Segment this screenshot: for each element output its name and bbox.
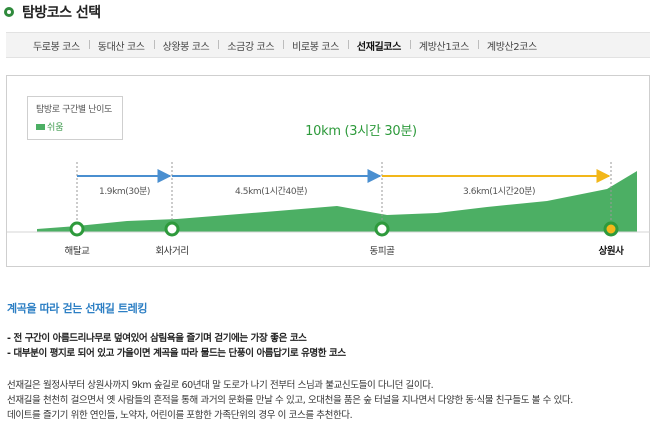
- feature-bullet-2: - 대부분이 평지로 되어 있고 가을이면 계곡을 따라 물드는 단풍이 아름답…: [7, 348, 346, 359]
- segment-label-3: 3.6km(1시간20분): [463, 187, 536, 197]
- page-title-text: 탐방코스 선택: [22, 5, 101, 21]
- tab-seonjaegil[interactable]: 선재길코스: [347, 38, 410, 53]
- section-heading: 계곡을 따라 걷는 선재길 트레킹: [7, 302, 148, 315]
- tab-durobong[interactable]: 두로봉 코스: [24, 38, 89, 53]
- tab-sogeumgang[interactable]: 소금강 코스: [218, 38, 283, 53]
- description-paragraph-1: 선재길은 월정사부터 상원사까지 9km 숲길로 60년대 말 도로가 나기 전…: [7, 380, 434, 391]
- station-marker-sangwonsa[interactable]: [603, 221, 619, 237]
- station-marker-hoesageori[interactable]: [164, 221, 180, 237]
- course-total-distance: 10km (3시간 30분): [305, 124, 417, 139]
- course-tabbar: 두로봉 코스 동대산 코스 상왕봉 코스 소금강 코스 비로봉 코스 선재길코스…: [6, 32, 650, 58]
- segment-label-1: 1.9km(30분): [99, 187, 151, 197]
- legend-easy-label: 쉬움: [47, 123, 64, 133]
- station-label-sangwonsa: 상원사: [598, 246, 624, 257]
- tab-gyebangsan-2[interactable]: 계방산2코스: [477, 38, 546, 53]
- station-label-hoesageori: 회사거리: [155, 246, 189, 257]
- segment-label-2: 4.5km(1시간40분): [235, 187, 308, 197]
- course-map-panel: 탐방로 구간별 난이도 쉬움 10km (3시간 30분) 1.9km(30분)…: [6, 75, 650, 267]
- tab-birobong[interactable]: 비로봉 코스: [283, 38, 348, 53]
- tab-gyebangsan-1[interactable]: 계방산1코스: [409, 38, 478, 53]
- page-title: 탐방코스 선택: [4, 0, 101, 24]
- tab-dongdaesan[interactable]: 동대산 코스: [88, 38, 154, 53]
- legend-item-easy: 쉬움: [36, 120, 122, 133]
- legend-title: 탐방로 구간별 난이도: [36, 105, 112, 115]
- legend-easy-swatch-icon: [36, 123, 45, 130]
- terrain-elevation: [37, 171, 637, 232]
- tab-sangwangbong[interactable]: 상왕봉 코스: [153, 38, 219, 53]
- station-label-haetalgyo: 해탈교: [64, 246, 90, 257]
- feature-bullet-list: - 전 구간이 아름드리나무로 덮여있어 삼림욕을 즐기며 걷기에는 가장 좋은…: [7, 331, 346, 361]
- description-paragraph-2: 선재길을 천천히 걸으면서 옛 사람들의 흔적을 통해 과거의 문화를 만날 수…: [7, 395, 573, 406]
- station-marker-haetalgyo[interactable]: [69, 221, 85, 237]
- title-bullet-icon: [4, 7, 14, 17]
- course-description: 선재길은 월정사부터 상원사까지 9km 숲길로 60년대 말 도로가 나기 전…: [7, 378, 647, 423]
- description-paragraph-3: 데이트를 즐기기 위한 연인들, 노약자, 어린이를 포함한 가족단위의 경우 …: [7, 410, 353, 421]
- difficulty-legend: 탐방로 구간별 난이도 쉬움: [27, 96, 123, 140]
- station-label-dongpigol: 동피골: [369, 246, 395, 257]
- station-marker-dongpigol[interactable]: [374, 221, 390, 237]
- feature-bullet-1: - 전 구간이 아름드리나무로 덮여있어 삼림욕을 즐기며 걷기에는 가장 좋은…: [7, 333, 307, 344]
